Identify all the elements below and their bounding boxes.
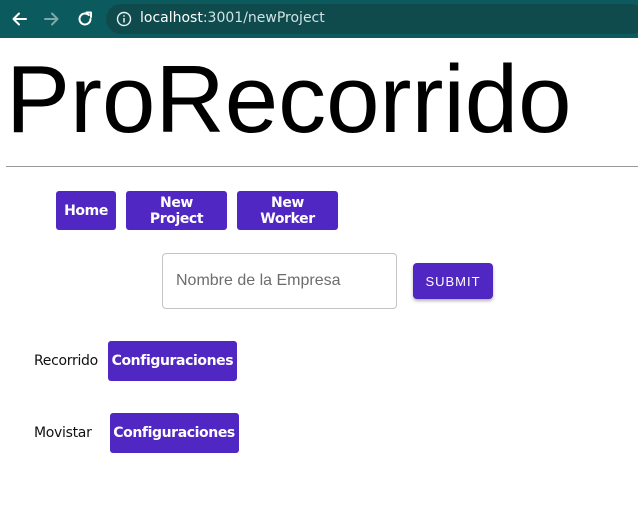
project-name: Movistar <box>34 425 92 441</box>
reload-icon[interactable] <box>74 8 96 30</box>
project-row: Recorrido Configuraciones <box>34 341 237 381</box>
configuraciones-button[interactable]: Configuraciones <box>107 341 237 381</box>
company-name-input[interactable] <box>162 253 397 309</box>
submit-button[interactable]: SUBMIT <box>413 263 493 299</box>
address-bar[interactable]: localhost:3001/newProject <box>106 4 638 34</box>
new-worker-button[interactable]: New Worker <box>237 191 338 230</box>
project-row: Movistar Configuraciones <box>34 413 239 453</box>
site-title: ProRecorrido <box>6 46 572 153</box>
new-project-form: SUBMIT <box>162 253 493 309</box>
url-text: localhost:3001/newProject <box>140 10 325 26</box>
forward-arrow-icon[interactable] <box>41 8 63 30</box>
back-arrow-icon[interactable] <box>8 8 30 30</box>
new-project-button[interactable]: New Project <box>126 191 227 230</box>
url-path: :3001/newProject <box>202 10 325 26</box>
header-divider <box>6 166 638 167</box>
url-host: localhost <box>140 10 203 26</box>
main-nav: Home New Project New Worker <box>56 191 338 230</box>
browser-toolbar: localhost:3001/newProject <box>0 0 638 38</box>
project-name: Recorrido <box>34 353 98 369</box>
home-button[interactable]: Home <box>56 191 116 230</box>
info-icon[interactable] <box>116 11 132 27</box>
configuraciones-button[interactable]: Configuraciones <box>109 413 239 453</box>
